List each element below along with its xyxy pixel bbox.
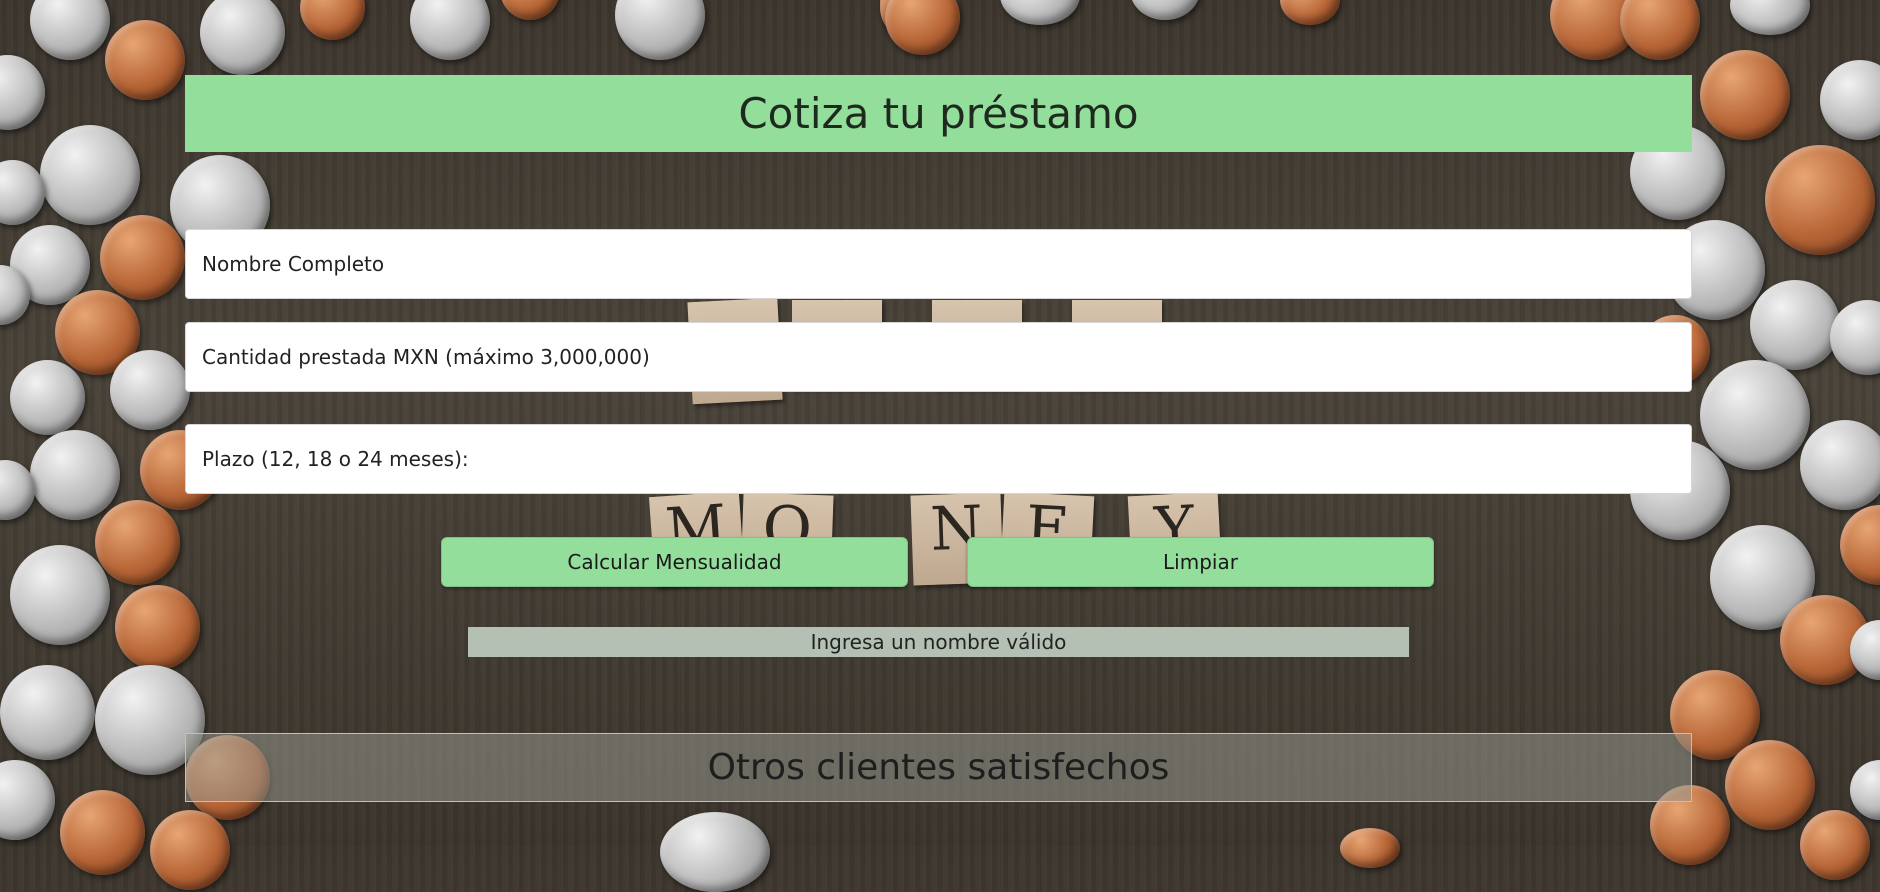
loan-term-input[interactable] [185, 424, 1692, 494]
coin [1840, 505, 1880, 585]
coin [10, 545, 110, 645]
coin [615, 0, 705, 60]
coin [885, 0, 960, 55]
coin [500, 0, 560, 20]
coin [410, 0, 490, 60]
coin [1280, 0, 1340, 25]
coin [40, 125, 140, 225]
coin [100, 215, 185, 300]
coin [1765, 145, 1875, 255]
testimonials-heading: Otros clientes satisfechos [185, 733, 1692, 802]
coin [1800, 420, 1880, 510]
calculate-payment-button[interactable]: Calcular Mensualidad [441, 537, 908, 587]
coin [1000, 0, 1080, 25]
coin [1820, 60, 1880, 140]
coin [30, 430, 120, 520]
loan-amount-input[interactable] [185, 322, 1692, 392]
coin [105, 20, 185, 100]
coin [60, 790, 145, 875]
coin [1750, 280, 1840, 370]
coin [0, 760, 55, 840]
validation-message: Ingresa un nombre válido [468, 627, 1409, 657]
coin [1725, 740, 1815, 830]
page-title: Cotiza tu préstamo [185, 75, 1692, 152]
coin [1700, 360, 1810, 470]
coin [115, 585, 200, 670]
coin [1700, 50, 1790, 140]
coin [1730, 0, 1810, 35]
coin [1130, 0, 1200, 20]
coin [1850, 760, 1880, 820]
coin [660, 812, 770, 892]
coin [30, 0, 110, 60]
coin [0, 160, 45, 225]
coin [1620, 0, 1700, 60]
full-name-input[interactable] [185, 229, 1692, 299]
coin [10, 360, 85, 435]
coin [150, 810, 230, 890]
clear-button[interactable]: Limpiar [967, 537, 1434, 587]
coin [0, 55, 45, 130]
coin [200, 0, 285, 75]
coin [110, 350, 190, 430]
coin [0, 665, 95, 760]
coin [1800, 810, 1870, 880]
coin [1340, 828, 1400, 868]
coin [95, 500, 180, 585]
coin [300, 0, 365, 40]
